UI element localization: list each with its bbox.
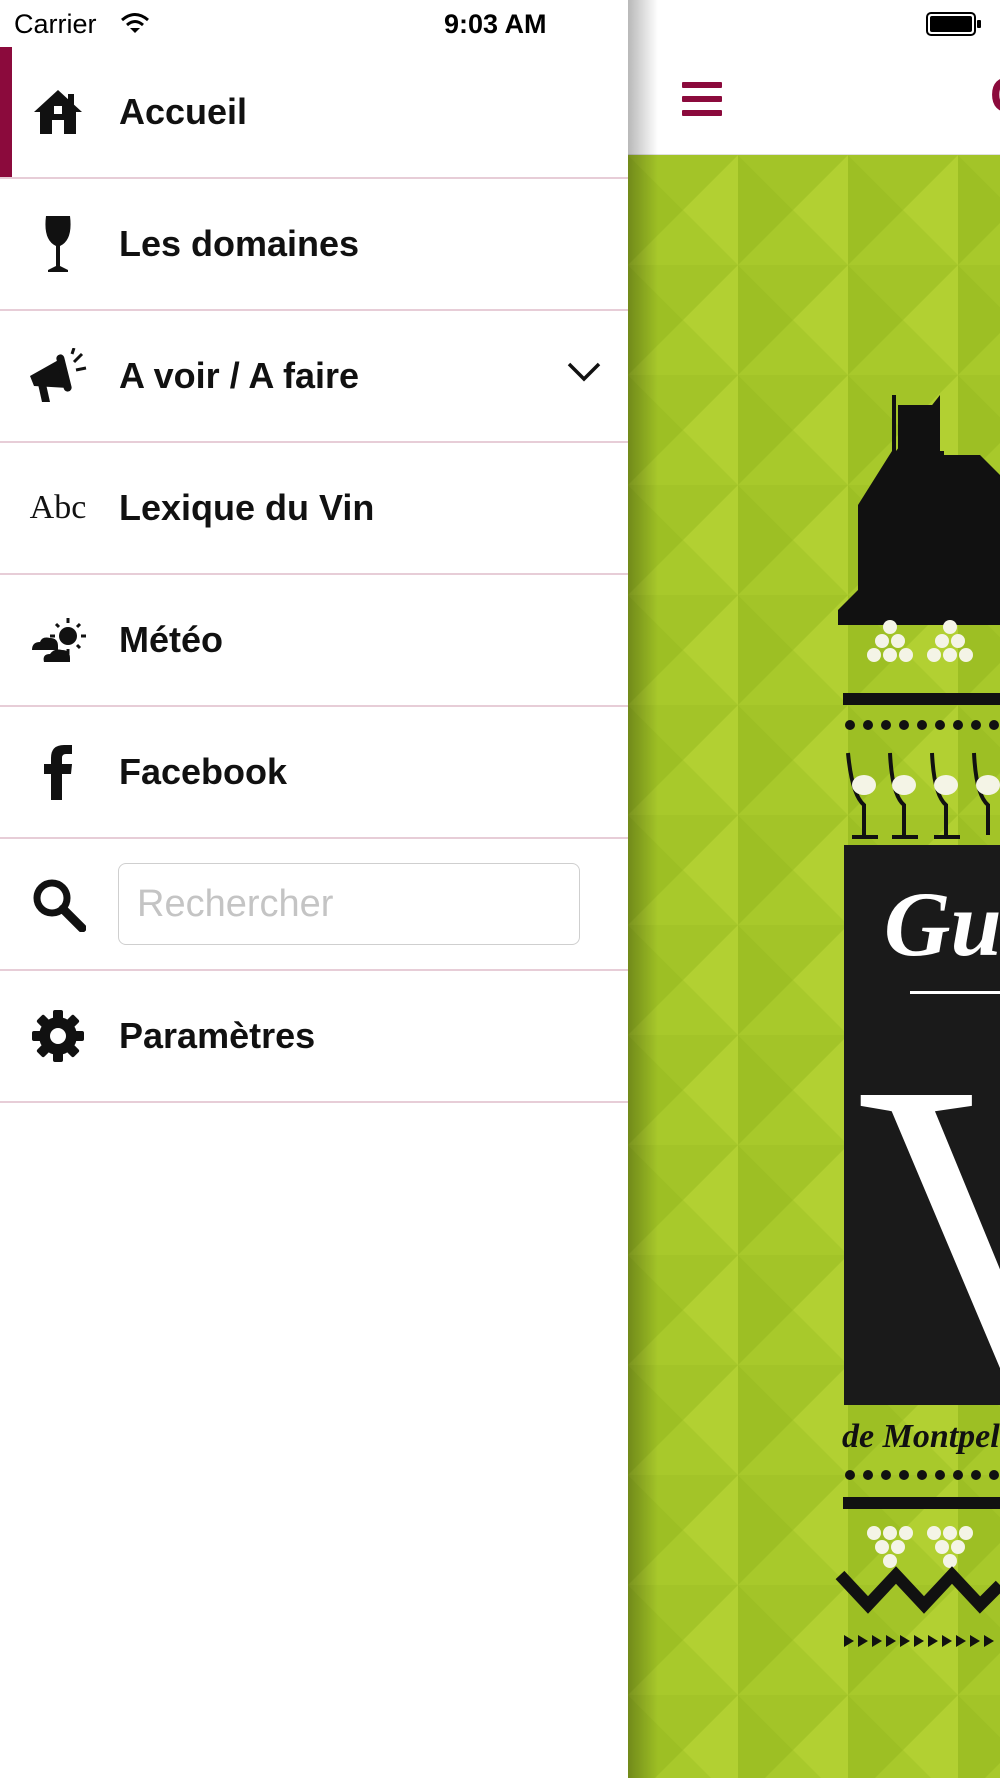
menu-item-parametres[interactable]: Paramètres xyxy=(0,971,628,1103)
guide-poster-image: Gu V de Montpel xyxy=(628,155,1000,1778)
wifi-icon xyxy=(121,13,149,33)
status-bar-right xyxy=(628,0,1000,48)
megaphone-icon xyxy=(28,348,88,404)
menu-item-label: Facebook xyxy=(119,751,288,792)
drawer-menu: Accueil Les domaines A voir / A faire Ab… xyxy=(0,47,628,1103)
menu-item-label: Météo xyxy=(119,619,224,660)
poster-big-letter: V xyxy=(856,996,1000,1461)
menu-item-lexique[interactable]: Abc Lexique du Vin xyxy=(0,443,628,575)
menu-item-facebook[interactable]: Facebook xyxy=(0,707,628,839)
nav-title: G xyxy=(990,70,1000,120)
abc-icon: Abc xyxy=(28,480,88,536)
poster-script-text: Gu xyxy=(884,873,1000,975)
battery-icon xyxy=(926,12,981,36)
status-time: 9:03 AM xyxy=(444,9,547,39)
menu-item-meteo[interactable]: Météo xyxy=(0,575,628,707)
hamburger-icon[interactable] xyxy=(680,78,724,120)
main-content-panel: Gu de Montpel xyxy=(628,0,1000,1778)
active-indicator xyxy=(0,47,12,177)
nav-bar: G xyxy=(628,48,1000,155)
abc-icon-text: Abc xyxy=(29,489,87,526)
side-drawer: Carrier 9:03 AM Accueil Les domaines A v… xyxy=(0,0,628,1778)
menu-item-label: Les domaines xyxy=(119,223,360,264)
menu-item-search xyxy=(0,839,628,971)
menu-item-label: Accueil xyxy=(119,91,248,132)
search-icon xyxy=(28,876,88,932)
facebook-icon xyxy=(28,744,88,800)
home-icon xyxy=(28,84,88,140)
weather-icon xyxy=(28,612,88,668)
search-input[interactable] xyxy=(118,863,580,945)
gear-icon xyxy=(28,1008,88,1064)
menu-item-label: A voir / A faire xyxy=(119,355,360,396)
menu-item-label: Lexique du Vin xyxy=(119,487,375,528)
menu-item-a-voir-a-faire[interactable]: A voir / A faire xyxy=(0,311,628,443)
wine-glass-icon xyxy=(28,216,88,272)
poster-subtitle: de Montpel xyxy=(842,1418,1000,1455)
menu-item-domaines[interactable]: Les domaines xyxy=(0,179,628,311)
menu-item-accueil[interactable]: Accueil xyxy=(0,47,628,179)
chevron-down-icon[interactable] xyxy=(566,359,602,385)
menu-item-label: Paramètres xyxy=(119,1015,316,1056)
carrier-label: Carrier xyxy=(14,9,97,39)
